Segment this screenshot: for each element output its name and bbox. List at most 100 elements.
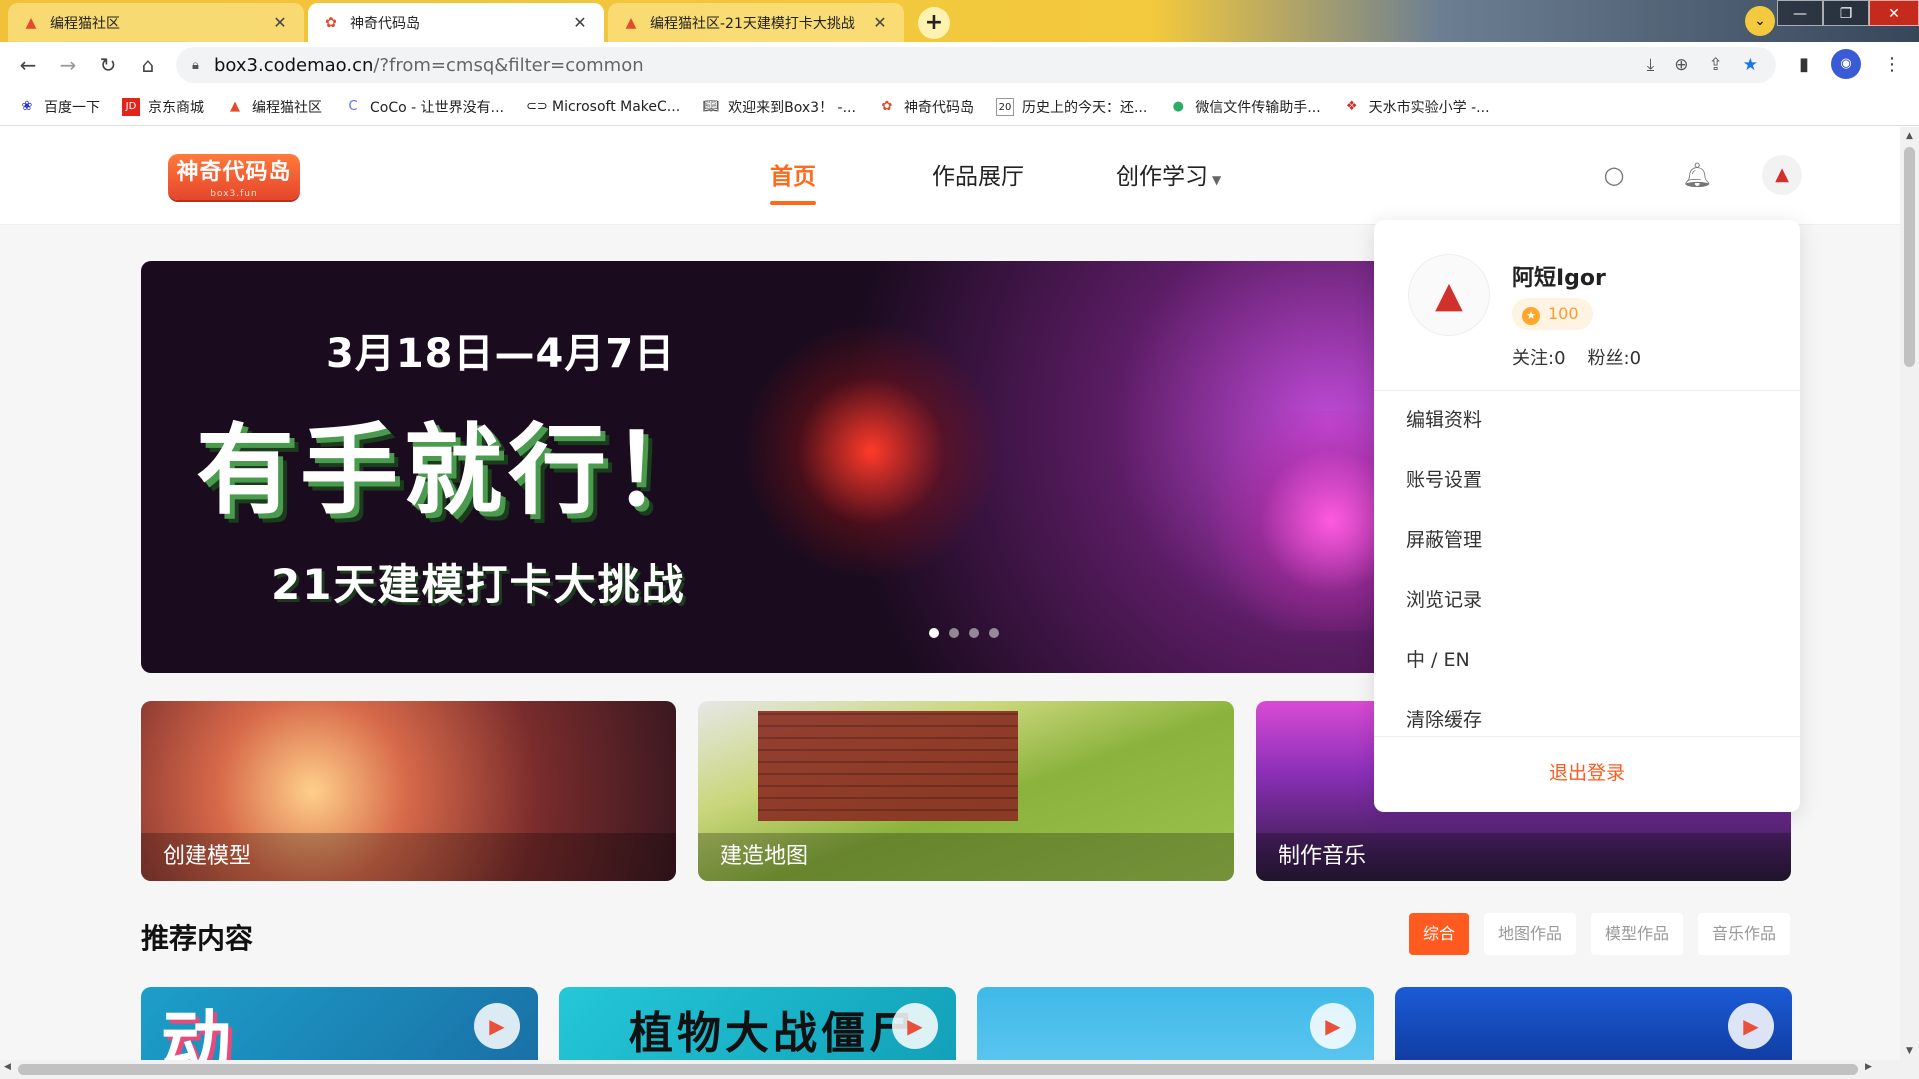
codemao-cat-icon: ▲ <box>25 14 37 31</box>
jd-icon: JD <box>122 97 140 116</box>
bookmark-item[interactable]: ⊂⊃ Microsoft MakeC... <box>526 98 680 116</box>
following-count[interactable]: 关注:0 <box>1512 344 1566 370</box>
site-logo[interactable]: 神奇代码岛 box3.fun <box>168 154 300 200</box>
share-icon[interactable]: ⇪ <box>1709 55 1723 75</box>
url-text[interactable]: box3.codemao.cn/?from=cmsq&filter=common <box>214 55 1647 76</box>
user-avatar-large[interactable]: ▲ <box>1408 254 1490 336</box>
play-icon[interactable]: ▶ <box>1310 1003 1356 1049</box>
coin-badge: ★ 100 <box>1512 298 1593 330</box>
window-controls: — ❐ ✕ <box>1777 0 1919 26</box>
filter-all[interactable]: 综合 <box>1408 913 1469 955</box>
category-card-map[interactable]: 建造地图 <box>698 701 1234 881</box>
work-card[interactable]: 植物大战僵尸 ▶ <box>559 987 956 1060</box>
scroll-right-icon[interactable]: ▶ <box>1865 1062 1872 1072</box>
category-card-model[interactable]: 创建模型 <box>141 701 676 881</box>
home-icon[interactable]: ⌂ <box>128 45 168 85</box>
tab-title: 编程猫社区 <box>50 15 120 32</box>
address-bar[interactable]: 🔒︎ box3.codemao.cn/?from=cmsq&filter=com… <box>176 47 1776 83</box>
nav-home[interactable]: 首页 <box>770 157 816 205</box>
bell-icon[interactable]: 🔔︎ <box>1681 159 1713 191</box>
bookmark-item[interactable]: ❖ 天水市实验小学 -... <box>1343 97 1490 117</box>
restore-button[interactable]: ❐ <box>1823 0 1869 26</box>
work-card[interactable]: ▶ <box>1395 987 1792 1060</box>
site-header: 神奇代码岛 box3.fun 首页 作品展厅 创作学习 ▼ ○ 🔔︎ ▲ <box>0 127 1900 225</box>
bookmark-item[interactable]: ▲ 编程猫社区 <box>226 97 322 117</box>
user-avatar[interactable]: ▲ <box>1762 155 1802 195</box>
coin-icon: ★ <box>1522 307 1540 325</box>
lock-icon[interactable]: 🔒︎ <box>192 58 214 73</box>
menu-clear-cache[interactable]: 清除缓存 <box>1374 690 1800 750</box>
bookmark-item[interactable]: ❀ 百度一下 <box>18 97 100 117</box>
close-window-button[interactable]: ✕ <box>1869 0 1919 26</box>
forward-arrow-icon[interactable]: → <box>48 45 88 85</box>
scroll-left-icon[interactable]: ◀ <box>4 1062 11 1072</box>
menu-history[interactable]: 浏览记录 <box>1374 570 1800 630</box>
install-icon[interactable]: ⤓ <box>1647 55 1655 75</box>
carousel-dot[interactable] <box>949 628 959 638</box>
banner-date: 3月18日—4月7日 <box>326 331 676 377</box>
filter-map[interactable]: 地图作品 <box>1483 913 1576 955</box>
calendar-icon: 20 <box>995 97 1014 116</box>
makecode-icon: ⊂⊃ <box>525 98 548 114</box>
chevron-down-icon[interactable]: ⌄ <box>1745 6 1775 36</box>
scroll-up-icon[interactable]: ▲ <box>1900 131 1919 141</box>
caret-down-icon: ▼ <box>1212 173 1222 187</box>
menu-block-management[interactable]: 屏蔽管理 <box>1374 510 1800 570</box>
scrollbar-thumb[interactable] <box>18 1064 1858 1075</box>
wechat-icon: ● <box>1172 98 1184 114</box>
bookmark-item[interactable]: C CoCo - 让世界没有... <box>344 97 504 117</box>
vertical-scrollbar[interactable]: ▲ ▼ <box>1900 127 1919 1060</box>
side-panel-icon[interactable]: ▮ <box>1799 54 1809 75</box>
carousel-dots <box>929 628 999 638</box>
reload-icon[interactable]: ↻ <box>88 45 128 85</box>
bookmark-item[interactable]: ● 微信文件传输助手... <box>1169 97 1321 117</box>
school-icon: ❖ <box>1345 98 1358 114</box>
menu-language[interactable]: 中 / EN <box>1374 630 1800 690</box>
category-label: 建造地图 <box>698 833 1234 881</box>
play-icon[interactable]: ▶ <box>892 1003 938 1049</box>
close-icon[interactable]: ✕ <box>270 13 290 32</box>
user-name[interactable]: 阿短Igor <box>1512 260 1606 292</box>
user-stats: 关注:0 粉丝:0 <box>1512 344 1641 370</box>
bookmark-item[interactable]: 20 历史上的今天：还... <box>995 97 1147 117</box>
menu-kebab-icon[interactable]: ⋮ <box>1883 54 1901 75</box>
logout-button[interactable]: 退出登录 <box>1374 758 1800 785</box>
browser-tab-2[interactable]: ✿ 神奇代码岛 ✕ <box>308 3 604 42</box>
carousel-dot[interactable] <box>989 628 999 638</box>
search-icon[interactable]: ○ <box>1598 159 1630 191</box>
close-icon[interactable]: ✕ <box>570 13 590 32</box>
work-card[interactable]: ▶ <box>977 987 1374 1060</box>
bookmark-item[interactable]: ✿ 神奇代码岛 <box>878 97 974 117</box>
nav-learn[interactable]: 创作学习 ▼ <box>1116 157 1221 191</box>
fans-count[interactable]: 粉丝:0 <box>1588 344 1642 370</box>
scrollbar-thumb[interactable] <box>1904 147 1915 367</box>
filter-music[interactable]: 音乐作品 <box>1697 913 1790 955</box>
back-arrow-icon[interactable]: ← <box>8 45 48 85</box>
codemao-cat-icon: ▲ <box>230 98 240 114</box>
play-icon[interactable]: ▶ <box>474 1003 520 1049</box>
box3-flower-icon: ✿ <box>325 14 337 31</box>
bookmark-star-icon[interactable]: ★ <box>1743 55 1758 75</box>
close-icon[interactable]: ✕ <box>870 13 890 32</box>
menu-account-settings[interactable]: 账号设置 <box>1374 450 1800 510</box>
minimize-button[interactable]: — <box>1777 0 1823 26</box>
filter-model[interactable]: 模型作品 <box>1590 913 1683 955</box>
horizontal-scrollbar[interactable]: ◀ ▶ <box>0 1060 1919 1079</box>
carousel-dot[interactable] <box>969 628 979 638</box>
scroll-down-icon[interactable]: ▼ <box>1900 1046 1919 1056</box>
banner-headline: 有手就行！ <box>196 414 717 528</box>
play-icon[interactable]: ▶ <box>1728 1003 1774 1049</box>
browser-profile-avatar[interactable]: ◉ <box>1831 49 1861 79</box>
browser-tab-1[interactable]: ▲ 编程猫社区 ✕ <box>8 3 304 42</box>
work-card[interactable]: 动 ▶ <box>141 987 538 1060</box>
bookmark-item[interactable]: 📖︎ 欢迎来到Box3！ -... <box>702 97 856 117</box>
coco-icon: C <box>348 98 358 114</box>
section-title: 推荐内容 <box>141 922 254 955</box>
nav-gallery[interactable]: 作品展厅 <box>932 157 1024 191</box>
menu-edit-profile[interactable]: 编辑资料 <box>1374 390 1800 450</box>
new-tab-button[interactable]: + <box>918 7 950 39</box>
zoom-icon[interactable]: ⊕ <box>1674 55 1688 75</box>
browser-tab-3[interactable]: ▲ 编程猫社区-21天建模打卡大挑战 ✕ <box>608 3 904 42</box>
bookmark-item[interactable]: JD 京东商城 <box>122 97 204 117</box>
carousel-dot[interactable] <box>929 628 939 638</box>
